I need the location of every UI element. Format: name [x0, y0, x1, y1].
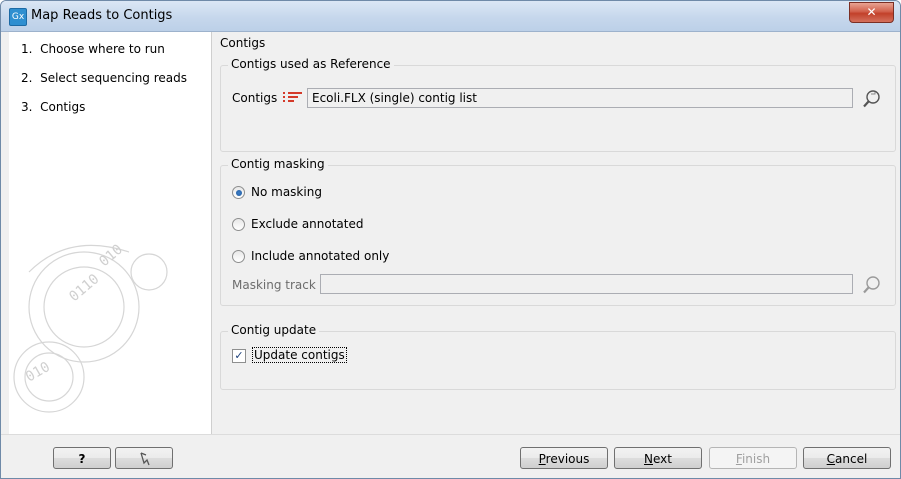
step-item-select-sequencing-reads: 2. Select sequencing reads [21, 71, 187, 85]
title-bar[interactable]: Gx Map Reads to Contigs ✕ [1, 1, 900, 32]
cancel-mnemonic: C [826, 452, 836, 466]
dialog-window: Gx Map Reads to Contigs ✕ 1. Choose wher… [0, 0, 901, 479]
finish-label: inish [741, 452, 771, 466]
reference-group: Contigs used as Reference Contigs Ecoli.… [220, 57, 896, 152]
step-label: Choose where to run [40, 42, 165, 56]
checkmark-icon[interactable]: ✓ [232, 348, 246, 363]
help-button[interactable]: ? [53, 447, 111, 469]
masking-track-field[interactable] [320, 274, 853, 294]
steps-panel: 1. Choose where to run 2. Select sequenc… [9, 32, 212, 434]
contigs-value: Ecoli.FLX (single) contig list [312, 91, 477, 105]
masking-track-label: Masking track [232, 278, 316, 292]
radio-button[interactable] [232, 250, 245, 263]
previous-button[interactable]: Previous [520, 447, 608, 469]
previous-label: revious [545, 452, 590, 466]
reset-button[interactable] [115, 447, 173, 469]
browse-contigs-button[interactable] [861, 88, 883, 110]
next-button[interactable]: Next [614, 447, 702, 469]
radio-exclude-annotated[interactable]: Exclude annotated [232, 217, 364, 231]
step-label: Contigs [40, 100, 86, 114]
update-contigs-checkbox[interactable]: ✓ Update contigs [232, 347, 347, 363]
contig-update-group: Contig update ✓ Update contigs [220, 323, 896, 390]
previous-mnemonic: P [538, 452, 546, 466]
svg-text:010: 010 [23, 359, 53, 386]
radio-button[interactable] [232, 218, 245, 231]
group-title: Contigs used as Reference [228, 57, 394, 71]
binary-swirl-watermark: 0110 010 010 [13, 242, 168, 413]
step-number: 2. [21, 71, 33, 85]
step-label: Select sequencing reads [40, 71, 188, 85]
checkbox-label: Update contigs [252, 347, 347, 363]
group-title: Contig masking [228, 157, 328, 171]
radio-label: Include annotated only [251, 249, 390, 263]
radio-button[interactable] [232, 186, 245, 199]
next-label: ext [653, 452, 672, 466]
contig-list-icon [283, 92, 302, 102]
main-content: Contigs Contigs used as Reference Contig… [212, 32, 900, 434]
dialog-footer: ? Previous Next Finish Cancel [1, 434, 900, 478]
next-mnemonic: N [644, 452, 653, 466]
reset-icon [140, 452, 150, 466]
browse-masking-track-button[interactable] [861, 274, 883, 296]
step-item-contigs: 3. Contigs [21, 100, 85, 114]
step-number: 1. [21, 42, 33, 56]
finish-button[interactable]: Finish [709, 447, 797, 469]
svg-text:0110: 0110 [66, 271, 102, 305]
app-icon: Gx [9, 8, 27, 26]
contig-masking-group: Contig masking No masking Exclude annota… [220, 157, 896, 306]
cancel-label: ancel [835, 452, 868, 466]
close-button[interactable]: ✕ [849, 2, 894, 23]
window-title: Map Reads to Contigs [31, 8, 173, 23]
radio-include-annotated-only[interactable]: Include annotated only [232, 249, 389, 263]
step-number: 3. [21, 100, 33, 114]
radio-no-masking[interactable]: No masking [232, 185, 322, 199]
step-item-choose-where-to-run: 1. Choose where to run [21, 42, 165, 56]
radio-label: No masking [251, 185, 322, 199]
contigs-label: Contigs [232, 91, 278, 105]
radio-label: Exclude annotated [251, 217, 364, 231]
cancel-button[interactable]: Cancel [803, 447, 891, 469]
section-title: Contigs [220, 36, 266, 50]
group-title: Contig update [228, 323, 320, 337]
contigs-field[interactable]: Ecoli.FLX (single) contig list [307, 88, 853, 108]
